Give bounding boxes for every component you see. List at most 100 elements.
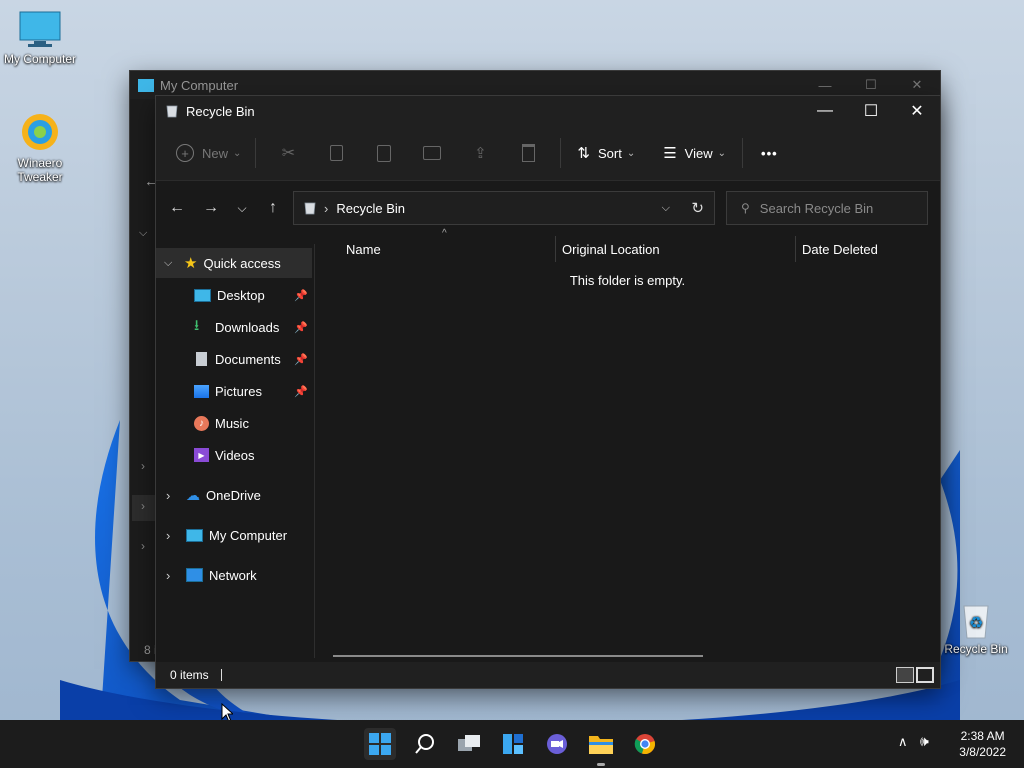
- chevron-right-icon[interactable]: ›: [141, 499, 145, 513]
- chrome-button[interactable]: [629, 728, 661, 760]
- copy-icon: [329, 145, 343, 161]
- pin-icon[interactable]: 📌: [294, 321, 308, 334]
- toolbar-separator: [742, 138, 744, 168]
- sidebar-item-label: Videos: [215, 447, 255, 463]
- empty-folder-message: This folder is empty.: [569, 273, 686, 288]
- up-button[interactable]: ↑: [256, 192, 290, 224]
- taskbar: ∧ 🕪 2:38 AM 3/8/2022: [0, 720, 1024, 768]
- share-button[interactable]: ⇪: [456, 137, 504, 169]
- chevron-down-icon[interactable]: ⌵: [139, 227, 147, 240]
- sidebar-item-label: OneDrive: [206, 487, 261, 503]
- folder-icon: [589, 736, 613, 754]
- sidebar-item-my-computer[interactable]: › My Computer: [156, 520, 312, 550]
- widgets-button[interactable]: [497, 728, 529, 760]
- recycle-bin-window[interactable]: Recycle Bin — ☐ ✕ + New ⌄ ✂ ⇪ ⇅ Sort ⌄ ☰…: [156, 96, 940, 688]
- large-icons-view-icon[interactable]: [916, 667, 934, 683]
- sidebar-item-label: Music: [215, 415, 249, 431]
- column-header-date-deleted[interactable]: Date Deleted: [802, 236, 932, 262]
- pictures-icon: [194, 384, 209, 398]
- desktop-folder-icon: [194, 288, 211, 302]
- chevron-right-icon: ›: [166, 487, 171, 503]
- chevron-right-icon: ›: [166, 567, 171, 583]
- details-view-icon[interactable]: [896, 667, 914, 683]
- column-divider[interactable]: [555, 236, 556, 262]
- pin-icon[interactable]: 📌: [294, 385, 308, 398]
- address-dropdown-icon[interactable]: ⌵: [662, 202, 670, 215]
- desktop-icon-label: Winaero Tweaker: [17, 156, 63, 184]
- task-view-button[interactable]: [453, 728, 485, 760]
- music-icon: ♪: [194, 415, 209, 431]
- star-icon: ★: [184, 255, 198, 272]
- column-header-original-location[interactable]: Original Location: [562, 236, 792, 262]
- desktop-icon-recycle-bin[interactable]: ♻ Recycle Bin: [936, 600, 1016, 656]
- sidebar-item-network[interactable]: › Network: [156, 560, 312, 590]
- delete-button[interactable]: [504, 137, 552, 169]
- chevron-down-icon: ⌵: [164, 256, 173, 269]
- horizontal-scrollbar[interactable]: [333, 655, 703, 657]
- address-path: Recycle Bin: [336, 200, 405, 216]
- chevron-right-icon[interactable]: ›: [141, 459, 145, 473]
- sidebar-item-documents[interactable]: Documents 📌: [156, 344, 312, 374]
- maximize-button[interactable]: ☐: [848, 96, 894, 126]
- clipboard-icon: [377, 144, 392, 162]
- sidebar-item-label: Network: [209, 567, 257, 583]
- address-bar[interactable]: › Recycle Bin ⌵ ↻: [293, 191, 715, 225]
- download-icon: ⭳: [194, 316, 200, 334]
- rename-button[interactable]: [408, 137, 456, 169]
- rename-icon: [423, 146, 442, 160]
- sidebar-item-videos[interactable]: ▶ Videos: [156, 440, 312, 470]
- maximize-button[interactable]: ☐: [848, 71, 894, 99]
- column-divider[interactable]: [795, 236, 796, 262]
- running-indicator: [597, 763, 605, 766]
- show-hidden-icons-button[interactable]: ∧: [898, 734, 908, 750]
- file-explorer-button[interactable]: [585, 728, 617, 766]
- sidebar-item-onedrive[interactable]: › ☁ OneDrive: [156, 480, 312, 510]
- view-button[interactable]: ☰ View ⌄: [655, 137, 734, 169]
- more-options-button[interactable]: •••: [751, 137, 788, 169]
- minimize-button[interactable]: —: [802, 96, 848, 126]
- chat-button[interactable]: [541, 728, 573, 760]
- search-box[interactable]: ⚲ Search Recycle Bin: [726, 191, 928, 225]
- clock[interactable]: 2:38 AM 3/8/2022: [959, 728, 1006, 760]
- paste-button[interactable]: [360, 137, 408, 169]
- scissors-icon: ✂: [281, 145, 296, 162]
- cut-button[interactable]: ✂: [264, 137, 312, 169]
- volume-icon[interactable]: 🕪: [920, 733, 929, 750]
- winaero-icon: [18, 110, 62, 154]
- sidebar-item-pictures[interactable]: Pictures 📌: [156, 376, 312, 406]
- recent-locations-button[interactable]: ⌵: [228, 192, 256, 224]
- column-header-name[interactable]: Name: [346, 236, 554, 262]
- sidebar-item-music[interactable]: ♪ Music: [156, 408, 312, 438]
- pin-icon[interactable]: 📌: [294, 353, 308, 366]
- view-label: View: [684, 145, 713, 161]
- chevron-right-icon[interactable]: ›: [141, 539, 145, 553]
- sort-button[interactable]: ⇅ Sort ⌄: [569, 137, 643, 169]
- minimize-button[interactable]: —: [802, 71, 848, 99]
- file-list[interactable]: ^ Name Original Location Date Deleted Th…: [315, 226, 940, 658]
- desktop-icon-winaero-tweaker[interactable]: Winaero Tweaker: [0, 110, 80, 184]
- desktop-icon-my-computer[interactable]: My Computer: [0, 10, 80, 66]
- sidebar-item-desktop[interactable]: Desktop 📌: [156, 280, 312, 310]
- copy-button[interactable]: [312, 137, 360, 169]
- refresh-icon[interactable]: ↻: [691, 199, 704, 217]
- close-button[interactable]: ✕: [894, 71, 940, 99]
- close-button[interactable]: ✕: [894, 96, 940, 126]
- teams-chat-icon: [547, 734, 567, 754]
- sidebar-item-label: Downloads: [215, 319, 280, 335]
- pin-icon[interactable]: 📌: [294, 289, 308, 302]
- trash-icon: [521, 144, 535, 162]
- start-button[interactable]: [364, 728, 396, 760]
- sort-icon: ⇅: [577, 145, 590, 162]
- chrome-icon: [634, 734, 655, 754]
- chevron-down-icon: ⌄: [233, 147, 242, 159]
- search-button[interactable]: [409, 728, 441, 760]
- command-bar: + New ⌄ ✂ ⇪ ⇅ Sort ⌄ ☰ View ⌄ •••: [156, 126, 940, 181]
- search-placeholder: Search Recycle Bin: [759, 200, 874, 216]
- recycle-bin-icon: ♻: [958, 600, 994, 640]
- new-button[interactable]: + New ⌄: [170, 137, 247, 169]
- sidebar-item-quick-access[interactable]: ⌵ ★ Quick access: [156, 248, 312, 278]
- sidebar-item-downloads[interactable]: ⭳ Downloads 📌: [156, 312, 312, 342]
- forward-button[interactable]: →: [194, 192, 228, 224]
- back-button[interactable]: ←: [160, 192, 194, 224]
- column-header-label: Name: [346, 241, 381, 257]
